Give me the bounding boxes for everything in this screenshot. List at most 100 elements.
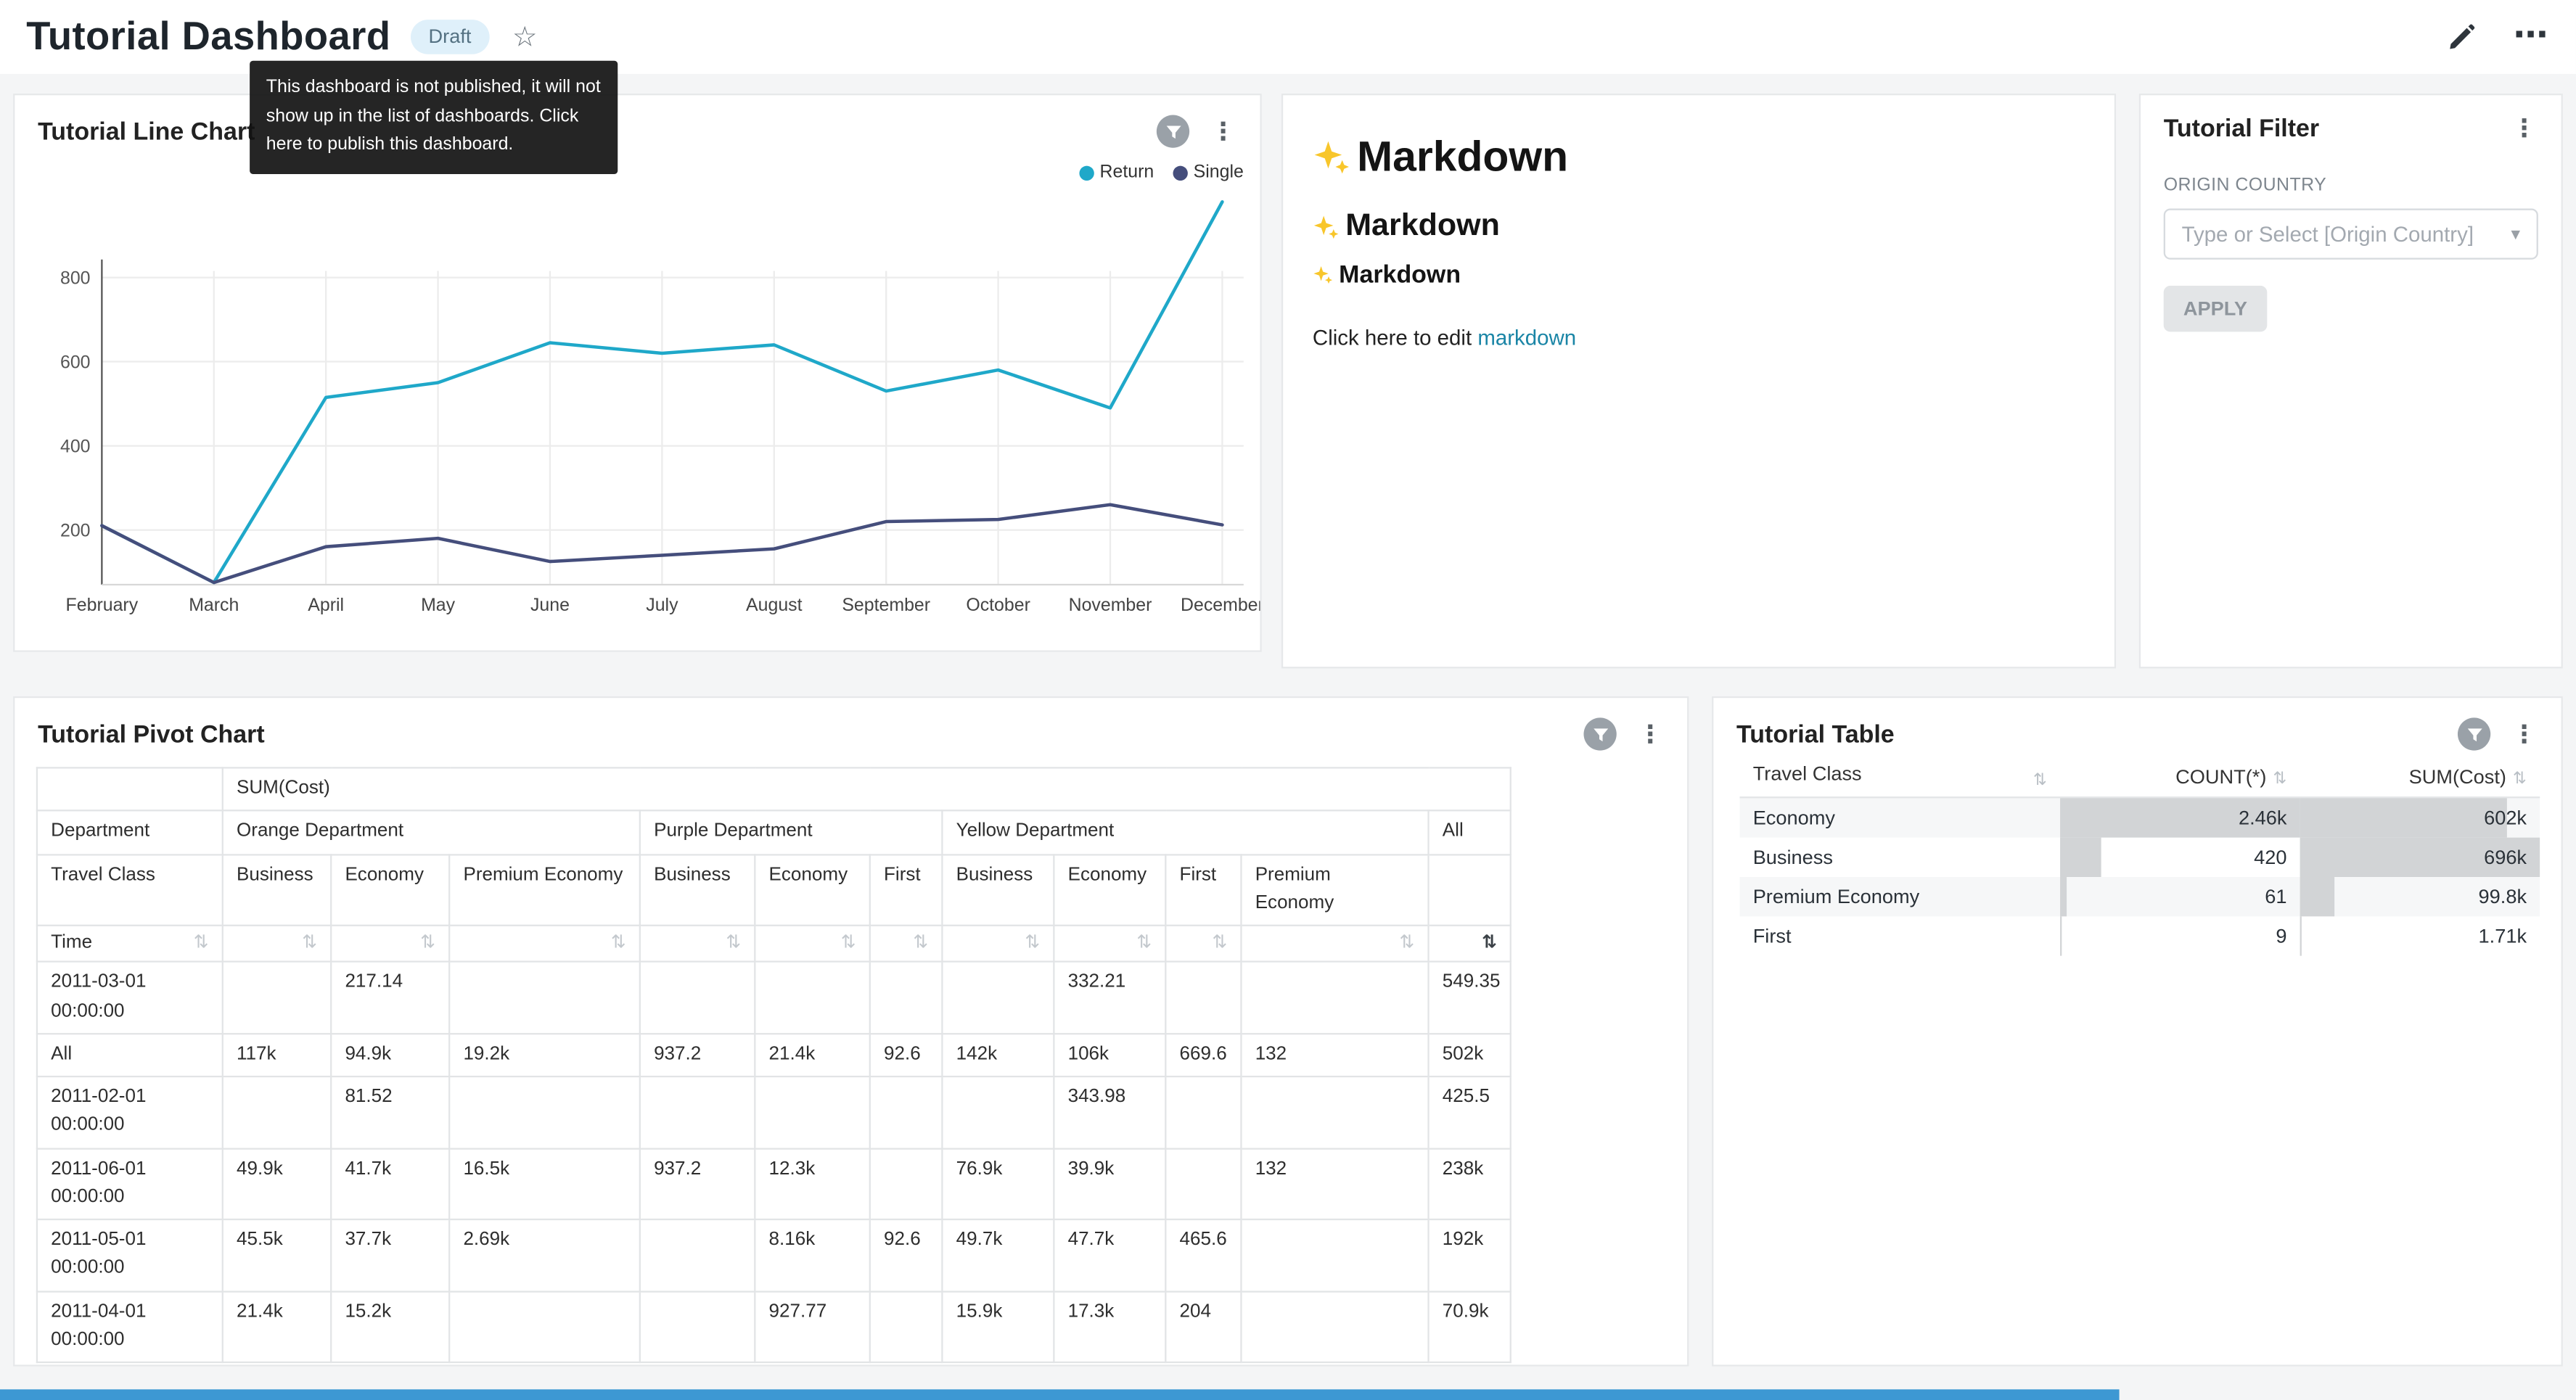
sort-icon[interactable]: ⇅	[726, 929, 741, 956]
card-title: Tutorial Table	[1736, 720, 1895, 748]
pivot-class-header: Business	[640, 854, 755, 925]
pivot-value-cell: 15.9k	[942, 1291, 1054, 1362]
column-header-sum-cost[interactable]: SUM(Cost)⇅	[2300, 757, 2540, 796]
legend-item[interactable]: Return	[1080, 162, 1154, 182]
pivot-value-cell	[1165, 1076, 1241, 1148]
pivot-value-cell	[755, 1076, 869, 1148]
legend-item[interactable]: Single	[1173, 162, 1243, 182]
sort-icon[interactable]: ⇅	[1212, 929, 1227, 956]
svg-text:200: 200	[60, 521, 91, 541]
sort-icon[interactable]: ⇅	[1136, 929, 1152, 956]
pivot-value-cell: 12.3k	[755, 1148, 869, 1219]
line-chart-svg: 200400600800FebruaryMarchAprilMayJuneJul…	[15, 181, 1261, 641]
page-title: Tutorial Dashboard	[26, 14, 390, 59]
pivot-class-header: Economy	[755, 854, 869, 925]
count-cell: 61	[2060, 876, 2300, 915]
count-bar	[2060, 876, 2066, 915]
pivot-value-cell: 81.52	[331, 1076, 449, 1148]
markdown-link[interactable]: markdown	[1477, 325, 1576, 350]
pivot-value-cell	[942, 962, 1054, 1033]
sort-icon[interactable]: ⇅	[194, 929, 209, 956]
svg-text:July: July	[646, 595, 678, 615]
pivot-class-header: First	[870, 854, 943, 925]
pivot-group-header: Orange Department	[223, 811, 640, 854]
results-table: Travel Class⇅ COUNT(*)⇅ SUM(Cost)⇅ Econo…	[1740, 757, 2540, 955]
pivot-class-header: Premium Economy	[449, 854, 640, 925]
pivot-row-label: 2011-03-01 00:00:00	[37, 962, 223, 1033]
markdown-card: Markdown Markdown Markdown Click here to…	[1281, 94, 2116, 668]
sort-icon[interactable]: ⇅	[2513, 770, 2527, 788]
kebab-menu-icon[interactable]: ⋮	[2507, 117, 2542, 141]
kebab-menu-icon[interactable]: ⋮	[1633, 722, 1668, 746]
sort-icon[interactable]: ⇅	[1025, 929, 1040, 956]
sort-icon[interactable]: ⇅	[841, 929, 856, 956]
pivot-value-cell: 217.14	[331, 962, 449, 1033]
svg-text:800: 800	[60, 268, 91, 289]
kebab-menu-icon[interactable]: ⋮	[2507, 722, 2542, 746]
pivot-value-cell: 2.69k	[449, 1219, 640, 1290]
origin-country-select[interactable]: Type or Select [Origin Country] ▾	[2164, 209, 2538, 260]
svg-text:May: May	[421, 595, 456, 615]
count-cell: 420	[2060, 837, 2300, 876]
caret-down-icon: ▾	[2511, 223, 2520, 244]
pivot-value-cell	[449, 1291, 640, 1362]
pivot-value-cell	[1165, 1148, 1241, 1219]
svg-text:February: February	[66, 595, 139, 615]
pivot-class-row: Travel ClassBusinessEconomyPremium Econo…	[37, 854, 1511, 925]
pivot-row: All117k94.9k19.2k937.221.4k92.6142k106k6…	[37, 1034, 1511, 1076]
pivot-value-cell: 192k	[1429, 1219, 1511, 1290]
pivot-value-cell	[1241, 1219, 1428, 1290]
sort-icon[interactable]: ⇅	[611, 929, 626, 956]
select-placeholder: Type or Select [Origin Country]	[2182, 222, 2474, 247]
column-header-travel-class[interactable]: Travel Class⇅	[1740, 757, 2060, 796]
line-chart-card-header: Tutorial Line Chart ⋮	[15, 95, 1260, 147]
svg-text:March: March	[189, 595, 239, 615]
more-menu-icon[interactable]: ⋯	[2514, 28, 2550, 46]
pivot-value-cell: 92.6	[870, 1219, 943, 1290]
pivot-value-cell: 238k	[1429, 1148, 1511, 1219]
pivot-value-cell	[870, 962, 943, 1033]
draft-badge[interactable]: Draft	[411, 20, 490, 54]
pivot-value-cell	[1241, 962, 1428, 1033]
svg-text:September: September	[842, 595, 930, 615]
funnel-icon	[1164, 123, 1182, 141]
chart-legend: Return Single	[1080, 162, 1244, 182]
pivot-value-cell: 49.9k	[223, 1148, 331, 1219]
sort-icon[interactable]: ⇅	[302, 929, 317, 956]
pivot-value-cell	[640, 1219, 755, 1290]
edit-pencil-icon[interactable]	[2446, 21, 2477, 52]
column-header-count[interactable]: COUNT(*)⇅	[2060, 757, 2300, 796]
table-row: Premium Economy6199.8k	[1740, 876, 2540, 915]
pivot-row-label: All	[37, 1034, 223, 1076]
sort-icon[interactable]: ⇅	[2273, 770, 2286, 788]
sort-icon[interactable]: ⇅	[913, 929, 928, 956]
pivot-value-cell: 425.5	[1429, 1076, 1511, 1148]
table-card: Tutorial Table ⋮ Travel Class⇅ COUNT(*)⇅…	[1712, 696, 2563, 1367]
pivot-value-cell: 37.7k	[331, 1219, 449, 1290]
pivot-value-cell	[640, 1076, 755, 1148]
pivot-row: 2011-03-01 00:00:00217.14332.21549.35	[37, 962, 1511, 1033]
markdown-h1: Markdown	[1313, 131, 2085, 182]
star-icon[interactable]: ☆	[512, 20, 538, 53]
kebab-menu-icon[interactable]: ⋮	[1206, 119, 1241, 144]
svg-text:August: August	[746, 595, 803, 615]
pivot-value-cell	[1165, 962, 1241, 1033]
pivot-row-label: 2011-06-01 00:00:00	[37, 1148, 223, 1219]
pivot-class-header	[1429, 854, 1511, 925]
pivot-value-cell: 132	[1241, 1034, 1428, 1076]
pivot-value-cell: 16.5k	[449, 1148, 640, 1219]
sort-icon[interactable]: ⇅	[1482, 929, 1497, 956]
apply-button[interactable]: APPLY	[2164, 286, 2267, 332]
sort-icon[interactable]: ⇅	[420, 929, 435, 956]
pivot-row-label: 2011-02-01 00:00:00	[37, 1076, 223, 1148]
sort-icon[interactable]: ⇅	[2033, 773, 2047, 791]
filter-badge[interactable]	[1583, 717, 1616, 750]
pivot-class-header: Business	[223, 854, 331, 925]
pivot-value-cell: 76.9k	[942, 1148, 1054, 1219]
pivot-value-cell	[942, 1076, 1054, 1148]
pivot-value-cell: 17.3k	[1054, 1291, 1165, 1362]
svg-text:December: December	[1181, 595, 1262, 615]
filter-badge[interactable]	[2458, 717, 2490, 750]
sort-icon[interactable]: ⇅	[1399, 929, 1414, 956]
filter-badge[interactable]	[1157, 115, 1189, 147]
